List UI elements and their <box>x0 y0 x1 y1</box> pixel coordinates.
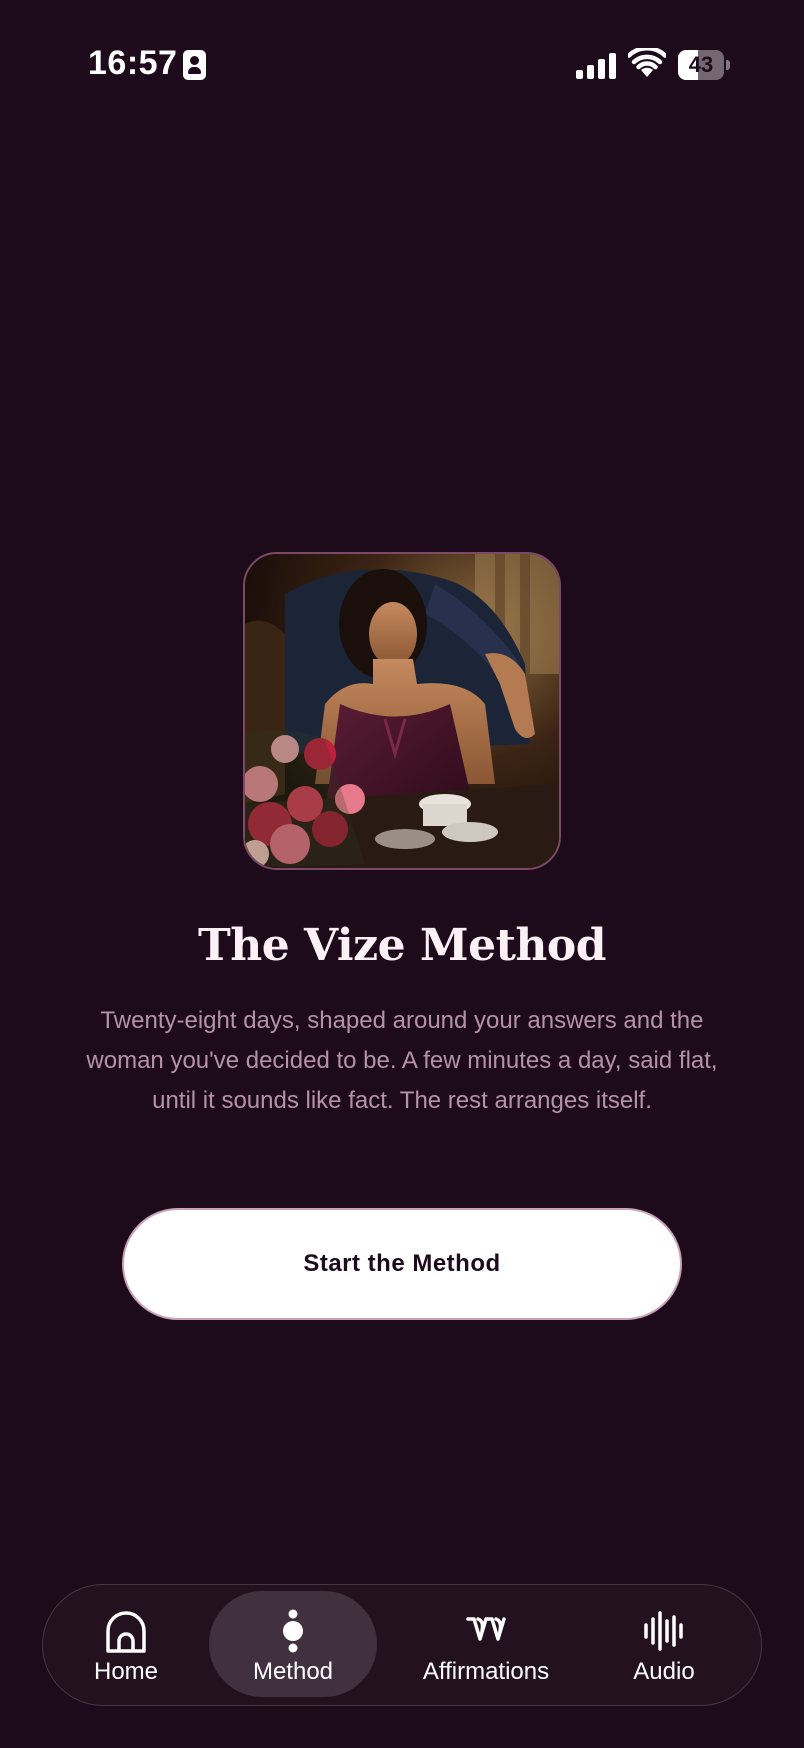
status-time: 16:57 <box>88 44 178 82</box>
method-description: Twenty-eight days, shaped around your an… <box>86 1007 718 1114</box>
tab-home-label: Home <box>93 1658 159 1685</box>
page-title: The Vize Method <box>197 920 607 971</box>
wifi-icon <box>628 48 666 77</box>
start-method-button[interactable]: Start the Method <box>122 1208 682 1320</box>
tab-affirmations-label: Affirmations <box>422 1658 550 1685</box>
tab-home[interactable]: Home <box>61 1591 191 1697</box>
hero-image <box>243 552 561 870</box>
hero-photo-illustration <box>245 554 559 868</box>
tab-audio-label: Audio <box>633 1658 695 1685</box>
cellular-signal-icon <box>576 51 616 79</box>
status-bar: 16:57 43 <box>0 0 804 130</box>
battery-level: 43 <box>688 52 714 77</box>
home-arch-icon <box>106 1611 146 1653</box>
tab-bar: Home Method Affirmations Audio <box>42 1584 762 1706</box>
tab-affirmations[interactable]: Affirmations <box>393 1591 579 1697</box>
method-beads-icon <box>283 1609 303 1653</box>
waveform-icon <box>644 1611 683 1651</box>
tab-method-label: Method <box>252 1658 334 1685</box>
quote-icon <box>466 1617 506 1641</box>
tab-method[interactable]: Method <box>209 1591 377 1697</box>
battery-icon: 43 <box>678 50 730 80</box>
contact-card-icon <box>183 50 206 80</box>
tab-audio[interactable]: Audio <box>589 1591 739 1697</box>
